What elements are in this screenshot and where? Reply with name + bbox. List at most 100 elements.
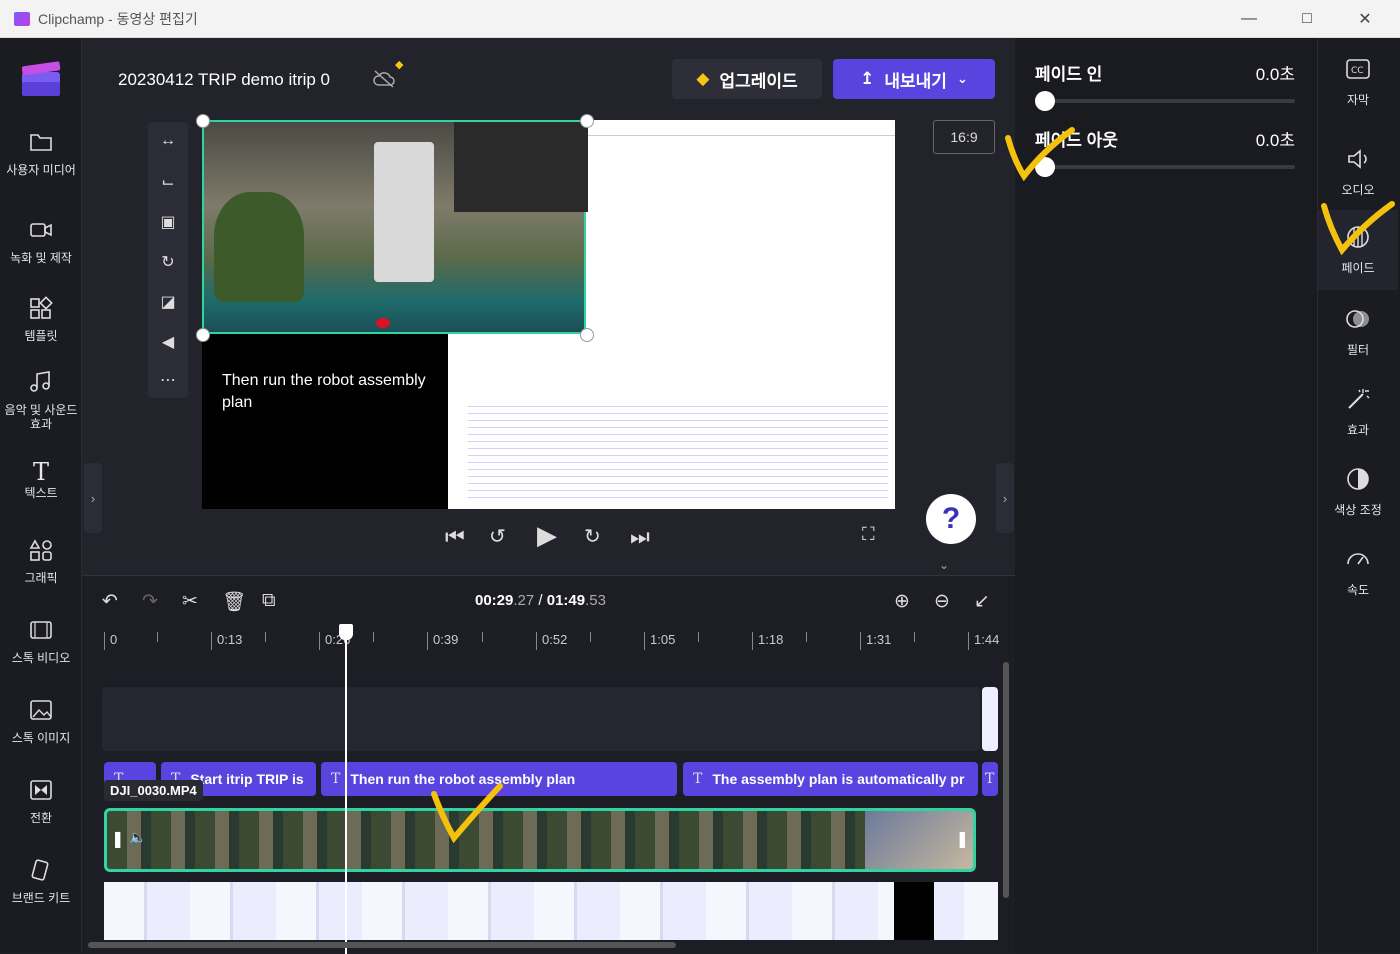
fullscreen-icon[interactable]: ⛶ <box>862 524 875 545</box>
sidebar-item-brand-kit[interactable]: 브랜드 키트 <box>0 858 82 905</box>
minimize-icon[interactable]: — <box>1220 0 1278 38</box>
flip-vertical-icon[interactable]: ◀ <box>156 332 180 354</box>
fade-in-slider[interactable] <box>1035 99 1295 103</box>
ruler-tick <box>482 632 483 642</box>
rail-item-label: 효과 <box>1346 423 1370 437</box>
rail-item-audio[interactable]: 오디오 <box>1318 146 1398 206</box>
maximize-icon[interactable]: □ <box>1278 0 1336 38</box>
speaker-icon <box>1348 149 1367 169</box>
resize-handle[interactable] <box>580 114 594 128</box>
zoom-in-icon[interactable]: ⊕ <box>894 590 910 613</box>
sidebar-item-stock-video[interactable]: 스톡 비디오 <box>0 618 82 665</box>
fade-out-slider-knob[interactable] <box>1035 157 1055 177</box>
resize-handle[interactable] <box>196 114 210 128</box>
redo-icon[interactable]: ↷ <box>142 590 158 613</box>
video-clip[interactable]: ❚ 🔈 ❚ <box>104 808 976 872</box>
delete-icon[interactable]: 🗑 <box>222 590 246 614</box>
ruler-tick <box>698 632 699 642</box>
clip-trim-handle-left[interactable]: ❚ <box>111 829 124 849</box>
magic-wand-icon <box>1348 389 1370 409</box>
skip-end-icon[interactable]: ⏭ <box>630 524 650 550</box>
horizontal-scrollbar[interactable] <box>88 942 676 948</box>
robot-video-clip[interactable] <box>202 120 588 334</box>
film-icon <box>30 621 52 639</box>
screenshot-track[interactable] <box>104 882 998 940</box>
sidebar-item-record-create[interactable]: 녹화 및 제작 <box>0 218 82 265</box>
ruler-tick <box>914 632 915 642</box>
crop-icon[interactable]: ⌙ <box>156 172 180 194</box>
sidebar-item-templates[interactable]: 템플릿 <box>0 296 82 343</box>
expand-left-panel[interactable]: › <box>84 463 102 533</box>
sidebar-item-your-media[interactable]: 사용자 미디어 <box>0 130 82 177</box>
ruler-label: 0:13 <box>211 632 242 650</box>
text-t-icon: T <box>985 771 995 787</box>
rail-item-captions[interactable]: CC 자막 <box>1318 56 1398 116</box>
playhead-handle[interactable] <box>339 624 353 640</box>
time-ruler[interactable]: 0 0:13 0:26 0:39 0:52 1:05 1:18 1:31 1:4… <box>104 626 1004 656</box>
project-title[interactable]: 20230412 TRIP demo itrip 0 <box>118 70 330 90</box>
play-icon[interactable]: ▶ <box>537 520 557 551</box>
rotate-icon[interactable]: ↻ <box>156 252 180 274</box>
fit-timeline-icon[interactable]: ↙ <box>974 590 990 613</box>
text-clip[interactable]: T <box>982 762 998 796</box>
text-clip[interactable]: T The assembly plan is automatically pr <box>683 762 978 796</box>
close-icon[interactable]: ✕ <box>1336 0 1394 38</box>
timeline: ↶ ↷ ✂ 🗑 ⧉ 00:29.27 / 01:49.53 ⊕ ⊖ ↙ 0 0:… <box>82 575 1015 954</box>
rail-item-fade[interactable]: 페이드 <box>1318 210 1398 290</box>
collapse-preview-icon[interactable]: ⌄ <box>939 558 949 572</box>
fade-out-value: 0.0초 <box>1255 131 1295 150</box>
scissors-icon[interactable]: ✂ <box>182 590 198 613</box>
contrast-icon <box>1347 468 1369 490</box>
undo-icon[interactable]: ↶ <box>102 590 118 613</box>
sidebar-item-graphics[interactable]: 그래픽 <box>0 538 82 585</box>
volume-icon[interactable]: 🔈 <box>129 829 146 846</box>
sidebar-item-stock-image[interactable]: 스톡 이미지 <box>0 698 82 745</box>
picture-in-picture-icon[interactable]: ▣ <box>156 212 180 234</box>
aspect-ratio-button[interactable]: 16:9 <box>933 120 995 154</box>
video-camera-icon <box>30 223 52 237</box>
clip-trim-handle-right[interactable]: ❚ <box>956 829 969 849</box>
fade-properties-panel: 페이드 인 0.0초 페이드 아웃 0.0초 <box>1015 38 1317 953</box>
vertical-scrollbar[interactable] <box>1003 662 1009 898</box>
text-clip[interactable]: T Then run the robot assembly plan <box>321 762 677 796</box>
preview-canvas[interactable]: Then run the robot assembly plan <box>202 120 895 509</box>
sidebar-item-music-sfx[interactable]: 음악 및 사운드 효과 <box>0 370 82 431</box>
sidebar-item-text[interactable]: T 텍스트 <box>0 458 82 500</box>
sidebar-item-label: 그래픽 <box>24 571 58 585</box>
add-media-icon[interactable]: ⧉ <box>262 590 276 612</box>
rail-item-speed[interactable]: 속도 <box>1318 546 1398 606</box>
upgrade-button[interactable]: ◆ 업그레이드 <box>672 59 822 99</box>
rail-item-color-adjust[interactable]: 색상 조정 <box>1318 466 1398 526</box>
ruler-tick <box>590 632 591 642</box>
zoom-out-icon[interactable]: ⊖ <box>934 590 950 613</box>
rail-item-effects[interactable]: 효과 <box>1318 386 1398 446</box>
forward-5-icon[interactable]: ↻ <box>584 524 601 549</box>
fade-out-control: 페이드 아웃 0.0초 <box>1035 126 1297 177</box>
preview-area: ↔ ⌙ ▣ ↻ ◪ ◀ ⋯ Then run the robot assembl… <box>82 114 1015 575</box>
skip-start-icon[interactable]: ⏮ <box>445 524 465 550</box>
upgrade-label: 업그레이드 <box>719 71 798 91</box>
fade-in-value: 0.0초 <box>1255 65 1295 84</box>
fade-in-slider-knob[interactable] <box>1035 91 1055 111</box>
empty-track[interactable] <box>102 687 980 751</box>
expand-right-panel[interactable]: › <box>996 463 1014 533</box>
fade-out-slider[interactable] <box>1035 165 1295 169</box>
cloud-off-icon[interactable] <box>372 68 396 90</box>
premium-gem-icon: ◆ <box>395 59 404 71</box>
sidebar-item-label: 스톡 비디오 <box>11 651 71 665</box>
playhead[interactable] <box>345 624 347 954</box>
export-button[interactable]: ↥ 내보내기 ⌄ <box>833 59 995 99</box>
rail-item-filters[interactable]: 필터 <box>1318 306 1398 366</box>
resize-handle[interactable] <box>580 328 594 342</box>
more-icon[interactable]: ⋯ <box>156 370 180 392</box>
rail-item-label: 색상 조정 <box>1334 503 1382 517</box>
fit-icon[interactable]: ↔ <box>156 132 180 154</box>
rewind-5-icon[interactable]: ↺ <box>489 524 506 549</box>
fade-icon <box>1347 226 1369 248</box>
time-total: 01:49 <box>546 592 586 609</box>
resize-handle[interactable] <box>196 328 210 342</box>
sidebar-item-transitions[interactable]: 전환 <box>0 778 82 825</box>
thumbnail-clip[interactable] <box>982 687 998 751</box>
help-button[interactable]: ? <box>926 494 976 544</box>
flip-horizontal-icon[interactable]: ◪ <box>156 292 180 314</box>
